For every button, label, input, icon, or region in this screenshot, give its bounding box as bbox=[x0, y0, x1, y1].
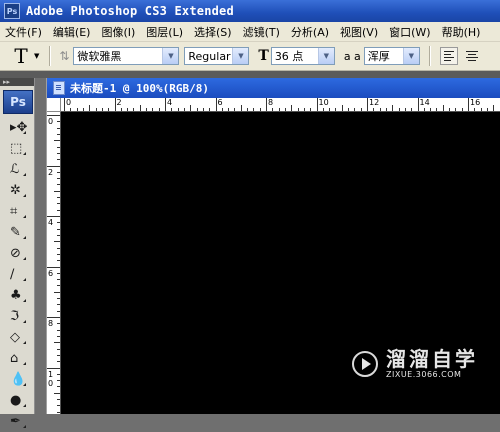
options-bar: T ▼ ⇅ 微软雅黑 ▼ Regular ▼ T 36 点 ▼ a a 浑厚 ▼ bbox=[0, 42, 500, 71]
menu-view[interactable]: 视图(V) bbox=[335, 24, 384, 40]
ruler-label: 10 bbox=[318, 98, 329, 107]
menu-image[interactable]: 图像(I) bbox=[96, 24, 141, 40]
window-title: Adobe Photoshop CS3 Extended bbox=[26, 4, 234, 18]
marquee-tool-icon[interactable]: ⬚ bbox=[3, 138, 31, 159]
photoshop-logo-icon: Ps bbox=[4, 3, 20, 19]
separator bbox=[49, 46, 52, 66]
lasso-tool-icon[interactable]: ℒ bbox=[3, 159, 31, 180]
ruler-label: 0 bbox=[48, 117, 54, 126]
text-orientation-icon[interactable]: ⇅ bbox=[55, 49, 73, 63]
document-title-bar[interactable]: 未标题-1 @ 100%(RGB/8) bbox=[47, 78, 500, 98]
ruler-label: 0 bbox=[66, 98, 72, 107]
watermark-url: ZIXUE.3066.COM bbox=[386, 370, 462, 379]
anti-alias-select[interactable]: 浑厚 ▼ bbox=[363, 47, 420, 65]
toolbox-grip[interactable]: ▸▸ bbox=[0, 78, 34, 86]
ruler-label: 1 0 bbox=[48, 369, 54, 388]
chevron-down-icon: ▼ bbox=[402, 48, 419, 64]
ruler-label: 2 bbox=[48, 167, 54, 177]
palette-well bbox=[0, 71, 500, 78]
font-size-select[interactable]: 36 点 ▼ bbox=[270, 47, 335, 65]
brush-tool-icon[interactable]: ∕ bbox=[3, 264, 31, 285]
crop-tool-icon[interactable]: ⌗ bbox=[3, 201, 31, 222]
horizontal-ruler[interactable]: 0 2 4 6 8 10 12 14 16 bbox=[61, 98, 500, 112]
vertical-ruler[interactable]: 0 2 4 6 8 1 0 bbox=[47, 112, 61, 414]
ruler-label: 4 bbox=[167, 98, 173, 107]
ruler-label: 8 bbox=[48, 319, 54, 328]
ruler-label: 4 bbox=[48, 218, 54, 227]
ruler-label: 6 bbox=[217, 98, 223, 107]
font-family-select[interactable]: 微软雅黑 ▼ bbox=[73, 47, 180, 65]
menu-file[interactable]: 文件(F) bbox=[0, 24, 48, 40]
ruler-origin[interactable] bbox=[47, 98, 61, 112]
move-tool-icon[interactable]: ▸✥ bbox=[3, 117, 31, 138]
healing-brush-tool-icon[interactable]: ⊘ bbox=[3, 243, 31, 264]
photoshop-logo-icon[interactable]: Ps bbox=[3, 90, 33, 114]
text-tool-preset-icon[interactable]: T bbox=[10, 44, 32, 68]
blur-tool-icon[interactable]: 💧 bbox=[3, 369, 31, 390]
chevron-down-icon: ▼ bbox=[317, 48, 334, 64]
document-title: 未标题-1 @ 100%(RGB/8) bbox=[70, 82, 209, 95]
watermark-name: 溜溜自学 bbox=[386, 347, 478, 371]
ruler-label: 12 bbox=[369, 98, 380, 107]
pen-tool-icon[interactable]: ✒ bbox=[3, 411, 31, 432]
anti-alias-label: a a bbox=[343, 49, 361, 63]
font-style-select[interactable]: Regular ▼ bbox=[184, 47, 250, 65]
history-brush-tool-icon[interactable]: ℑ bbox=[3, 306, 31, 327]
menu-bar: 文件(F) 编辑(E) 图像(I) 图层(L) 选择(S) 滤镜(T) 分析(A… bbox=[0, 22, 500, 42]
magic-wand-tool-icon[interactable]: ✲ bbox=[3, 180, 31, 201]
toolbox-panel: ▸▸ Ps ▸✥ ⬚ ℒ ✲ ⌗ ✎ ⊘ ∕ ♣ ℑ ◇ ⌂ 💧 ● ✒ bbox=[0, 78, 35, 429]
ruler-label: 6 bbox=[48, 268, 54, 278]
chevron-down-icon: ▼ bbox=[162, 48, 179, 64]
title-bar: Ps Adobe Photoshop CS3 Extended bbox=[0, 0, 500, 22]
ruler-label: 2 bbox=[116, 98, 122, 107]
font-size-icon: T bbox=[258, 48, 269, 64]
ruler-label: 14 bbox=[419, 98, 430, 107]
chevron-down-icon: ▼ bbox=[232, 48, 249, 64]
menu-help[interactable]: 帮助(H) bbox=[437, 24, 487, 40]
menu-analysis[interactable]: 分析(A) bbox=[286, 24, 335, 40]
play-icon bbox=[352, 350, 378, 377]
ruler-label: 8 bbox=[268, 98, 274, 107]
watermark: 溜溜自学 ZIXUE.3066.COM bbox=[352, 348, 478, 379]
menu-edit[interactable]: 编辑(E) bbox=[48, 24, 97, 40]
paint-bucket-tool-icon[interactable]: ⌂ bbox=[3, 348, 31, 369]
menu-filter[interactable]: 滤镜(T) bbox=[238, 24, 286, 40]
align-center-icon[interactable] bbox=[463, 47, 481, 65]
preset-dropdown-icon[interactable]: ▼ bbox=[34, 52, 39, 60]
menu-select[interactable]: 选择(S) bbox=[189, 24, 238, 40]
clone-stamp-tool-icon[interactable]: ♣ bbox=[3, 285, 31, 306]
menu-window[interactable]: 窗口(W) bbox=[384, 24, 436, 40]
slice-tool-icon[interactable]: ✎ bbox=[3, 222, 31, 243]
menu-layer[interactable]: 图层(L) bbox=[141, 24, 189, 40]
eraser-tool-icon[interactable]: ◇ bbox=[3, 327, 31, 348]
align-left-icon[interactable] bbox=[439, 47, 458, 65]
document-icon bbox=[53, 81, 65, 95]
ruler-label: 16 bbox=[470, 98, 481, 107]
separator bbox=[428, 46, 431, 66]
dodge-tool-icon[interactable]: ● bbox=[3, 390, 31, 411]
